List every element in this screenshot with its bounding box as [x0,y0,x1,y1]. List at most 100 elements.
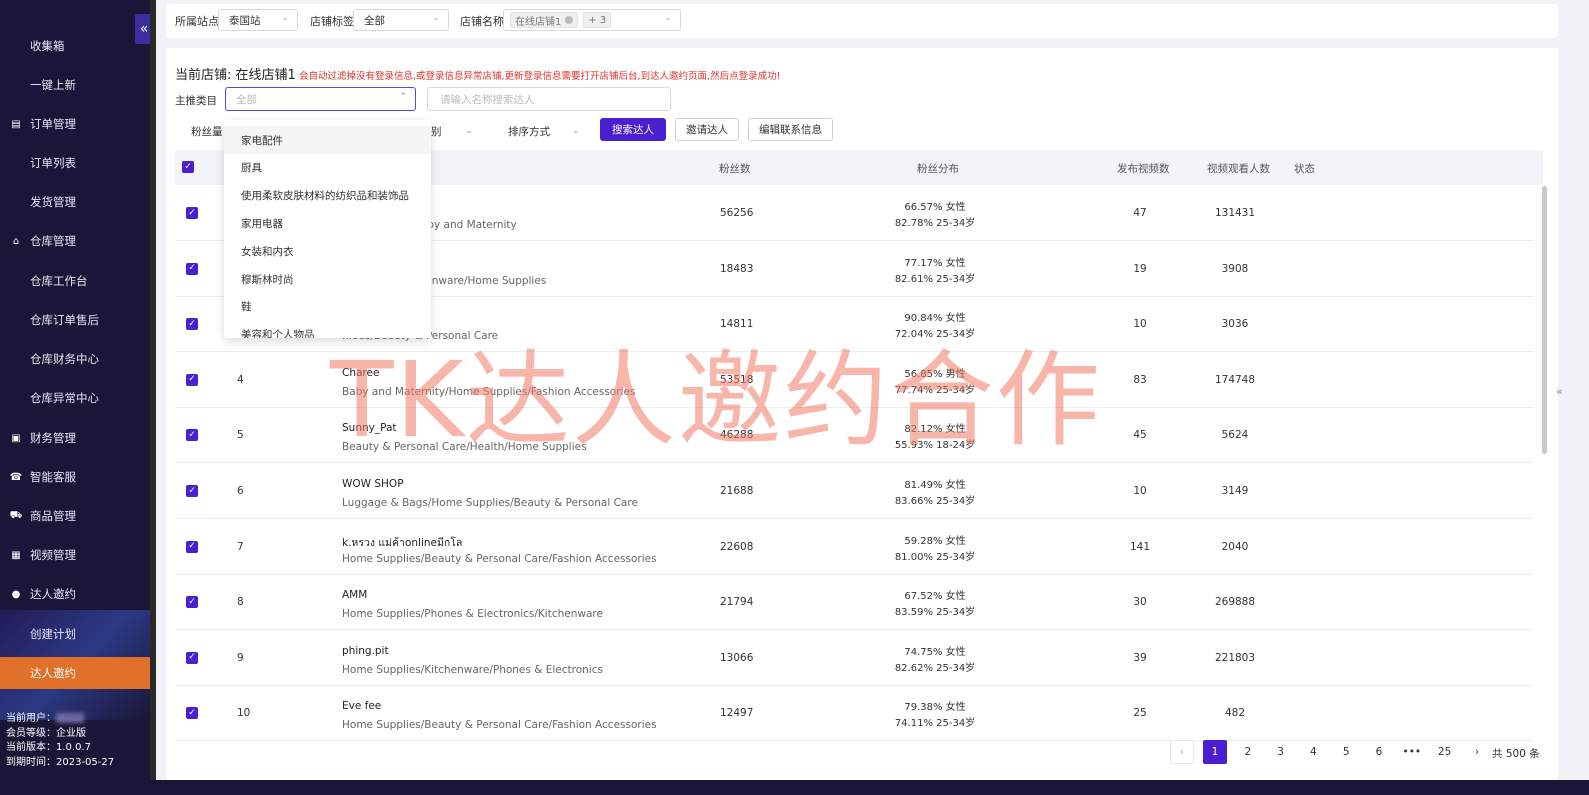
sidebar-item[interactable]: 仓库订单售后 [0,304,150,336]
video-views: 482 [1224,707,1246,720]
page-button[interactable]: 25 [1433,740,1457,764]
sidebar-item[interactable]: 仓库异常中心 [0,382,150,414]
table-row[interactable]: ✓ 4 Charee Baby and Maternity/Home Supplies… [175,353,1533,408]
sidebar-item[interactable]: 发货管理 [0,186,150,218]
category-option[interactable]: 厨具 [224,154,431,182]
row-checkbox[interactable]: ✓ [186,596,198,609]
video-views: 221803 [1214,651,1256,664]
row-checkbox[interactable]: ✓ [186,318,198,331]
table-row[interactable]: ✓ 10 Eve fee Home Supplies/Beauty & Persona… [175,686,1533,742]
row-checkbox[interactable]: ✓ [186,540,198,553]
creator-name[interactable]: k.หรวง แม่ค้าonlineมีกโล [342,534,462,551]
shop-tag-chip[interactable]: 在线店铺1 [510,12,579,28]
video-views: 5624 [1221,429,1249,442]
sidebar-item-label: 仓库管理 [30,234,76,248]
site-select[interactable]: 泰国站 ⌄ [218,9,298,31]
sidebar-item[interactable]: ⌂ 仓库管理 [0,225,150,257]
sidebar-item-label: 创建计划 [30,627,76,641]
sidebar-item[interactable]: ⛟ 商品管理 [0,500,150,532]
gender-filter[interactable]: 别 ⌄ [431,120,473,142]
fans-filter[interactable]: 粉丝量 [191,120,223,142]
page-button[interactable]: 3 [1269,740,1293,764]
sort-select[interactable]: 排序方式 ⌄ [508,120,580,142]
sidebar-item-label: 仓库订单售后 [30,313,99,327]
sidebar-item[interactable]: ▣ 财务管理 [0,422,150,454]
row-checkbox[interactable]: ✓ [186,429,198,442]
sidebar-item-label: 智能客服 [30,470,76,484]
site-label: 所属站点 [175,15,219,28]
search-creators-button[interactable]: 搜索达人 [600,118,666,141]
creator-search-input[interactable]: 请输入名称搜索达人 [427,87,671,111]
row-checkbox[interactable]: ✓ [186,707,198,720]
sidebar-item-label: 达人邀约 [30,587,76,601]
page-button[interactable]: 1 [1203,740,1227,764]
sidebar-item[interactable]: 达人邀约 [0,657,150,689]
user-info: 当前用户： 会员等级：企业版 当前版本：1.0.0.7 到期时间：2023-05… [6,712,114,770]
video-count: 39 [1133,651,1147,664]
page-button[interactable]: 5 [1334,740,1358,764]
row-checkbox[interactable]: ✓ [186,262,198,275]
category-option[interactable]: 女装和内衣 [224,237,431,265]
creator-name[interactable]: Eve fee [342,700,381,712]
sidebar-item[interactable]: 收集箱 [0,30,150,62]
row-checkbox[interactable]: ✓ [186,651,198,664]
shop-tag-select[interactable]: 全部 ⌄ [353,9,449,31]
creator-name[interactable]: AMM [342,589,367,601]
sidebar-item[interactable]: ▤ 订单管理 [0,108,150,140]
finance-icon: ▣ [11,432,21,444]
sidebar-item[interactable]: 仓库工作台 [0,265,150,297]
row-index: 9 [237,651,244,664]
login-warning: 会自动过滤掉没有登录信息,或登录信息异常店铺,更新登录信息需要打开店铺后台,到达… [299,71,781,82]
table-row[interactable]: ✓ 8 AMM Home Supplies/Phones & Electronics/… [175,575,1533,631]
row-checkbox[interactable]: ✓ [186,207,198,219]
page-button[interactable]: 4 [1301,740,1325,764]
page-button[interactable]: ••• [1400,740,1424,764]
category-option[interactable]: 穆斯林时尚 [224,265,431,293]
support-icon: ☎ [9,471,23,483]
chevron-left-icon[interactable]: « [1556,385,1563,398]
sidebar-item[interactable]: 创建计划 [0,618,150,650]
sidebar-item[interactable]: 订单列表 [0,147,150,179]
sidebar-item[interactable]: ☎ 智能客服 [0,461,150,493]
page-button[interactable]: 6 [1367,740,1391,764]
creator-name[interactable]: WOW SHOP [342,478,404,490]
close-icon[interactable] [565,16,574,24]
page-button[interactable]: 2 [1236,740,1260,764]
category-option[interactable]: 家电配件 [224,126,431,154]
next-page-button[interactable]: › [1465,740,1489,764]
table-row[interactable]: ✓ 6 WOW SHOP Luggage & Bags/Home Supplies/B… [175,464,1533,519]
creator-name[interactable]: phing.pit [342,645,389,657]
category-option[interactable]: 使用柔软皮肤材料的纺织品和装饰品 [224,182,431,210]
table-row[interactable]: ✓ 7 k.หรวง แม่ค้าonlineมีกโล Home Supplies/… [175,520,1533,575]
age-share: 77.74% 25-34岁 [894,384,976,396]
select-all-checkbox[interactable]: ✓ [182,161,194,173]
category-option[interactable]: 家用电器 [224,209,431,237]
creator-name[interactable]: Sunny_Pat [342,422,397,434]
category-select[interactable]: 全部 ⌃ [225,87,416,111]
video-count: 10 [1133,318,1147,331]
row-checkbox[interactable]: ✓ [186,373,198,386]
chevron-down-icon: ⌄ [572,126,580,136]
row-checkbox[interactable]: ✓ [186,485,198,497]
table-row[interactable]: ✓ 5 Sunny_Pat Beauty & Personal Care/Health… [175,408,1533,464]
sidebar-item[interactable]: ● 达人邀约 [0,578,150,610]
table-scrollbar[interactable] [1542,186,1547,454]
fan-distribution: 81.49% 女性 83.66% 25-34岁 [865,478,1005,510]
creator-categories: Luggage & Bags/Home Supplies/Beauty & Pe… [342,497,638,509]
prev-page-button[interactable]: ‹ [1170,740,1194,764]
category-option[interactable]: 鞋 [224,293,431,321]
category-option[interactable]: 美容和个人物品 [224,321,431,338]
gender-share: 67.52% 女性 [904,591,966,603]
order-icon: ▤ [11,118,21,130]
table-row[interactable]: ✓ 9 phing.pit Home Supplies/Kitchenware/Pho… [175,631,1533,686]
warehouse-icon: ⌂ [12,235,20,247]
sidebar-item-label: 订单管理 [30,117,76,131]
sidebar-item[interactable]: ▦ 视频管理 [0,539,150,571]
sidebar-item[interactable]: 一键上新 [0,69,150,101]
invite-creators-button[interactable]: 邀请达人 [675,118,739,141]
sidebar-item[interactable]: 仓库财务中心 [0,343,150,375]
edit-contact-button[interactable]: 编辑联系信息 [748,118,833,141]
creator-name[interactable]: Charee [342,367,379,379]
chevron-down-icon: ⌄ [432,13,440,23]
shop-name-select[interactable]: 在线店铺1 + 3 ⌄ [503,9,681,31]
